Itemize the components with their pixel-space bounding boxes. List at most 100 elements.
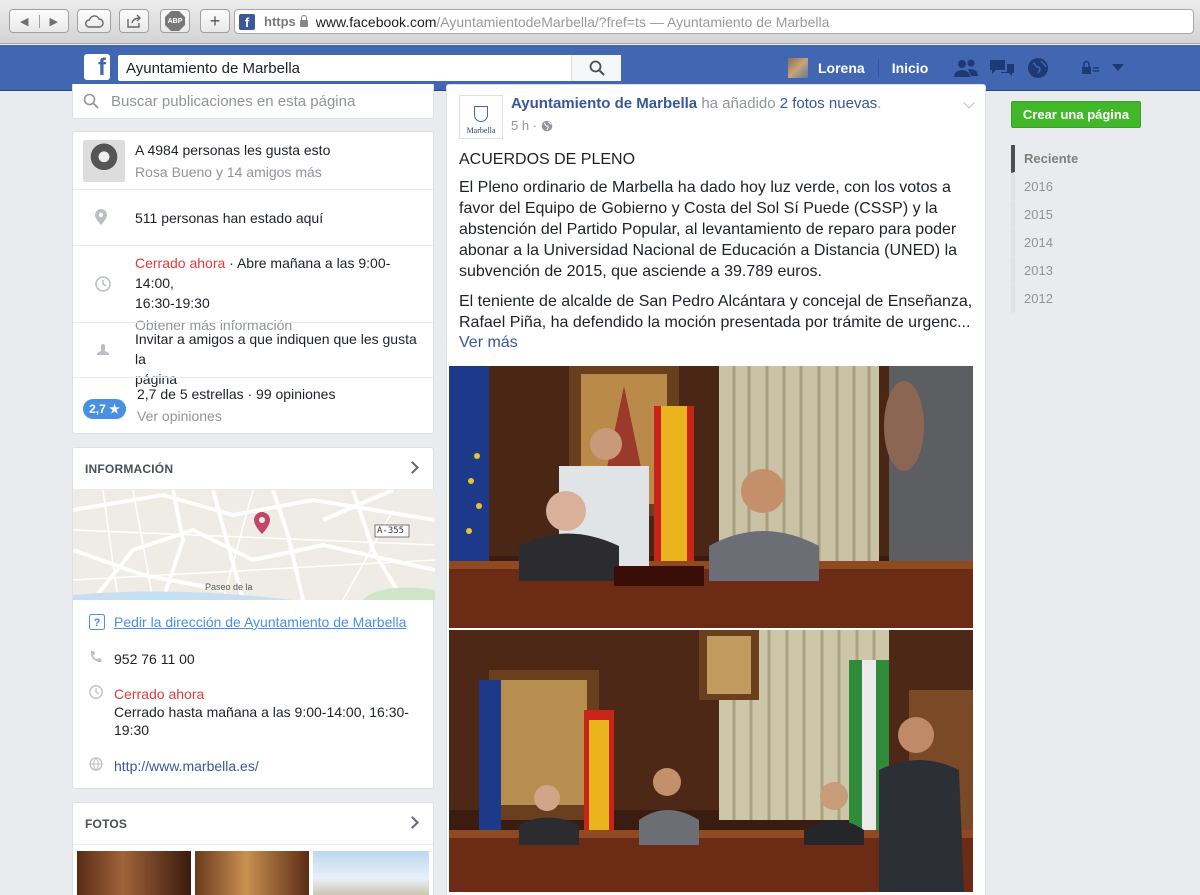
search-value: Ayuntamiento de Marbella [126, 59, 300, 77]
post-photo-1[interactable] [449, 366, 973, 628]
svg-text:?: ? [94, 617, 101, 629]
adblock-icon: ABP [165, 11, 185, 31]
url-path: /AyuntamientodeMarbella/?fref=ts [436, 13, 646, 30]
see-reviews-link[interactable]: Ver opiniones [137, 406, 419, 426]
see-more-link[interactable]: Ver más [459, 334, 518, 352]
phone-number: 952 76 11 00 [114, 651, 195, 667]
timeline-item-reciente[interactable]: Reciente [1011, 145, 1146, 173]
photo-thumbnail[interactable] [313, 851, 429, 895]
user-avatar[interactable] [788, 58, 808, 78]
user-name-link[interactable]: Lorena [818, 60, 865, 76]
rating-summary: 2,7 de 5 estrellas · 99 opiniones [137, 386, 336, 402]
address-bar[interactable]: f https www.facebook.com /Ayuntamientode… [234, 9, 1194, 34]
post-photos-link[interactable]: 2 fotos nuevas [780, 95, 878, 112]
timeline-item-2013[interactable]: 2013 [1011, 257, 1146, 285]
create-page-button[interactable]: Crear una página [1011, 101, 1141, 128]
adblock-button[interactable]: ABP [160, 9, 190, 33]
post-card: Marbella Ayuntamiento de Marbella ha aña… [446, 84, 986, 895]
post-paragraph-2: El teniente de alcalde de San Pedro Alcá… [459, 293, 973, 331]
page-profile-picture[interactable]: Marbella [459, 95, 503, 139]
post-header: Ayuntamiento de Marbella ha añadido 2 fo… [511, 95, 881, 112]
chevron-right-icon [406, 816, 419, 829]
map-road-label: A-355 [377, 526, 405, 536]
post-action: ha añadido [697, 95, 780, 112]
timeline-nav: Reciente 2016 2015 2014 2013 2012 [1011, 145, 1146, 313]
timeline-item-2016[interactable]: 2016 [1011, 173, 1146, 201]
photo-thumbnail[interactable] [195, 851, 309, 895]
info-heading[interactable]: INFORMACIÓN [73, 448, 433, 490]
back-forward-buttons[interactable]: ◀ ▶ [9, 9, 69, 33]
about-card: A 4984 personas les gusta esto Rosa Buen… [72, 131, 434, 434]
logo-text: Marbella [466, 126, 496, 135]
hours-row: Cerrado ahora · Abre mañana a las 9:00-1… [73, 245, 433, 333]
facebook-favicon: f [239, 13, 255, 30]
invite-text-1: Invitar a amigos a que indiquen que les … [135, 331, 417, 367]
likes-row[interactable]: A 4984 personas les gusta esto Rosa Buen… [73, 132, 433, 189]
clock-icon [89, 685, 103, 703]
privacy-lock-icon[interactable] [1078, 57, 1102, 79]
post-options-chevron-icon[interactable] [963, 97, 975, 109]
facebook-logo[interactable]: f [84, 54, 110, 80]
post-time[interactable]: 5 h · [511, 118, 537, 133]
post-photo-2[interactable] [449, 630, 973, 892]
browser-toolbar: ◀ ▶ ABP + f https www.facebook.com /Ayun… [0, 0, 1200, 44]
new-tab-button[interactable]: + [200, 9, 230, 33]
home-link[interactable]: Inicio [892, 60, 929, 76]
timeline-item-2015[interactable]: 2015 [1011, 201, 1146, 229]
chevron-right-icon [406, 461, 419, 474]
post-timestamp: 5 h · [511, 118, 553, 133]
invite-row[interactable]: Invitar a amigos a que indiquen que les … [73, 322, 433, 387]
post-title: ACUERDOS DE PLENO [459, 151, 636, 168]
search-icon [83, 93, 99, 109]
chevron-down-icon[interactable] [1110, 57, 1126, 79]
photos-heading[interactable]: FOTOS [73, 803, 433, 845]
closed-status-info: Cerrado ahora [114, 686, 205, 702]
photo-thumbnail[interactable] [77, 851, 191, 895]
messages-icon[interactable] [988, 57, 1016, 79]
share-icon [127, 14, 141, 28]
back-icon[interactable]: ◀ [10, 14, 40, 28]
clock-icon [95, 276, 111, 297]
friend-requests-icon[interactable] [952, 57, 980, 79]
url-scheme: https [264, 14, 296, 29]
closed-detail: Cerrado hasta mañana a las 9:00-14:00, 1… [114, 704, 409, 738]
forward-icon[interactable]: ▶ [40, 15, 69, 28]
crest-icon [474, 106, 488, 122]
phone-icon [89, 650, 103, 668]
url-host: www.facebook.com [315, 13, 437, 30]
facebook-search-input[interactable]: Ayuntamiento de Marbella [118, 55, 621, 81]
likes-count: A 4984 personas les gusta esto [135, 142, 331, 158]
search-button[interactable] [571, 55, 621, 81]
rating-badge: 2,7 ★ [83, 399, 126, 419]
friends-like[interactable]: Rosa Bueno y 14 amigos más [135, 162, 419, 182]
info-heading-label: INFORMACIÓN [85, 461, 174, 476]
checkins-row: 511 personas han estado aquí [73, 189, 433, 245]
user-nav: Lorena Inicio [788, 58, 928, 78]
friend-avatar[interactable] [83, 140, 125, 182]
page-posts-search[interactable]: Buscar publicaciones en esta página [72, 84, 434, 119]
page-posts-search-placeholder: Buscar publicaciones en esta página [111, 92, 356, 110]
share-button[interactable] [119, 9, 149, 33]
photos-card: FOTOS [72, 802, 434, 895]
directions-link[interactable]: Pedir la dirección de Ayuntamiento de Ma… [114, 613, 411, 631]
timeline-item-2014[interactable]: 2014 [1011, 229, 1146, 257]
checkins-count: 511 personas han estado aquí [135, 210, 324, 226]
location-map[interactable]: A-355 Paseo de la [73, 490, 435, 600]
timeline-item-2012[interactable]: 2012 [1011, 285, 1146, 313]
notification-icons [952, 57, 1126, 79]
help-question-icon: ? [89, 614, 105, 634]
post-action-end: . [877, 95, 882, 112]
notifications-globe-icon[interactable] [1024, 57, 1052, 79]
search-icon [589, 60, 605, 76]
globe-icon [89, 757, 103, 775]
hours-detail-2: 16:30-19:30 [135, 295, 210, 311]
rating-row: 2,7 ★ 2,7 de 5 estrellas · 99 opiniones … [73, 377, 433, 434]
cloud-button[interactable] [77, 9, 111, 33]
cloud-icon [85, 15, 104, 28]
post-page-name[interactable]: Ayuntamiento de Marbella [511, 95, 697, 112]
location-pin-icon [95, 209, 107, 230]
invite-thumb-icon [95, 341, 111, 362]
divider [877, 59, 879, 77]
tab-title: — Ayuntamiento de Marbella [649, 13, 830, 30]
website-link[interactable]: http://www.marbella.es/ [114, 757, 411, 775]
